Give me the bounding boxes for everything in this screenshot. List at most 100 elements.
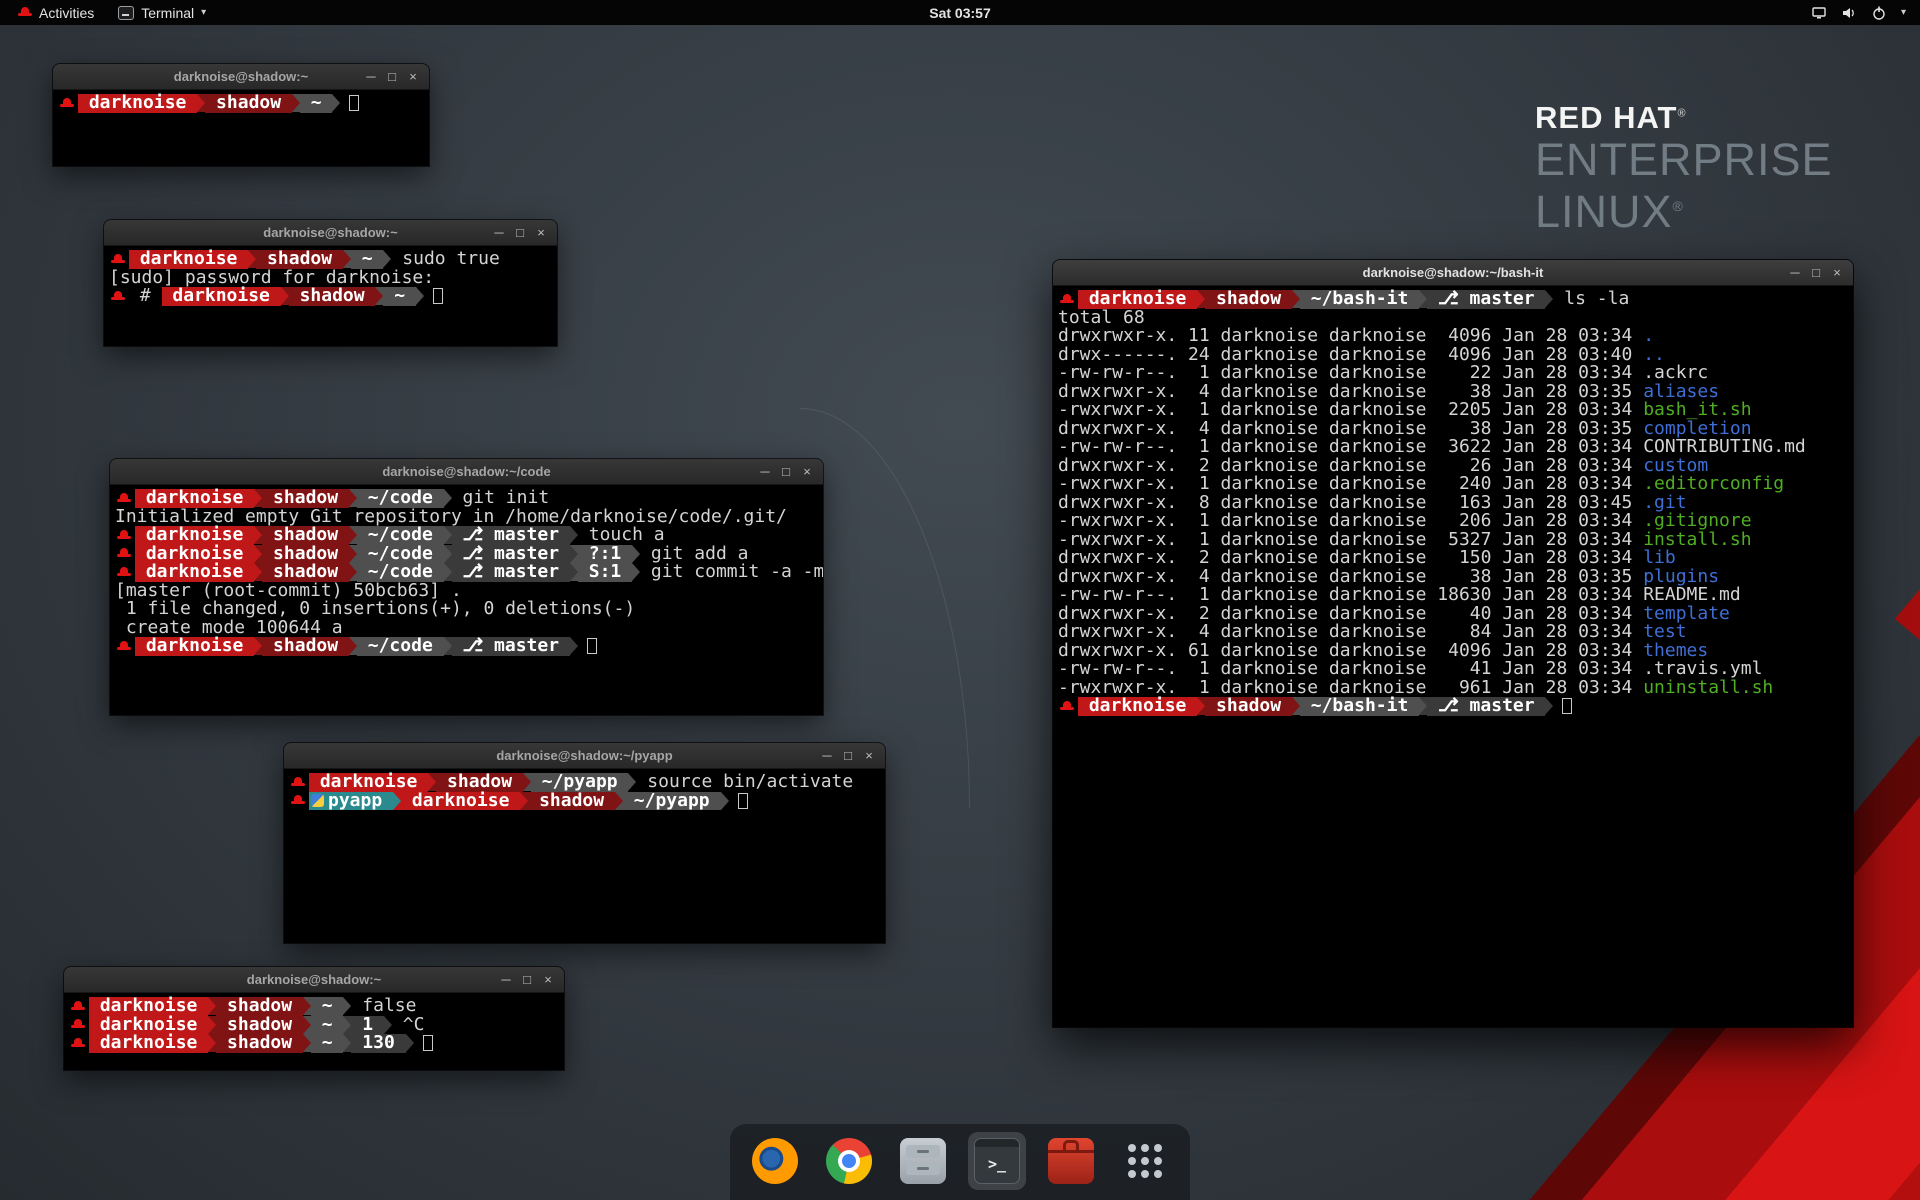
terminal-cursor: [738, 793, 748, 809]
terminal-window-home-2[interactable]: darknoise@shadow:~─□× darknoise shadow ~…: [64, 967, 564, 1070]
powerline-arrow: [343, 997, 351, 1015]
powerline-arrow: [281, 287, 289, 305]
window-close-button[interactable]: ×: [539, 967, 557, 993]
prompt-segment: shadow: [1205, 697, 1292, 716]
terminal-line: darknoise shadow ~/code ⎇ master: [115, 637, 823, 656]
terminal-body[interactable]: darknoise shadow ~/bash-it ⎇ master ls -…: [1053, 286, 1853, 716]
app-menu-terminal[interactable]: Terminal ▾: [108, 0, 216, 25]
dock-item-software[interactable]: [1042, 1132, 1100, 1190]
window-maximize-button[interactable]: □: [511, 220, 529, 246]
redhat-icon: [117, 530, 131, 541]
window-minimize-button[interactable]: ─: [818, 743, 836, 769]
window-close-button[interactable]: ×: [1828, 260, 1846, 286]
powerline-arrow: [254, 526, 262, 544]
redhat-icon: [71, 1038, 85, 1049]
window-title: darknoise@shadow:~/code: [382, 464, 550, 479]
prompt-segment: darknoise: [162, 287, 281, 306]
prompt-segment: shadow: [205, 94, 292, 113]
system-status-area[interactable]: ▾: [1811, 5, 1920, 21]
terminal-body[interactable]: darknoise shadow ~/pyapp source bin/acti…: [284, 769, 885, 810]
titlebar[interactable]: darknoise@shadow:~/bash-it─□×: [1053, 260, 1853, 286]
clock[interactable]: Sat 03:57: [929, 5, 990, 21]
window-maximize-button[interactable]: □: [383, 64, 401, 90]
prompt-segment: ~/code: [357, 489, 444, 508]
redhat-icon: [111, 291, 125, 302]
window-minimize-button[interactable]: ─: [756, 459, 774, 485]
terminal-text: #: [129, 287, 162, 306]
dock-item-terminal[interactable]: >_: [968, 1132, 1026, 1190]
window-maximize-button[interactable]: □: [777, 459, 795, 485]
power-icon: [1871, 5, 1887, 21]
chevron-down-icon: ▾: [1901, 7, 1906, 18]
app-menu-label: Terminal: [141, 5, 194, 21]
powerline-arrow: [292, 94, 300, 112]
powerline-arrow: [1197, 697, 1205, 715]
window-minimize-button[interactable]: ─: [362, 64, 380, 90]
terminal-text: bash_it.sh: [1643, 401, 1751, 420]
powerline-arrow: [1419, 290, 1427, 308]
window-close-button[interactable]: ×: [404, 64, 422, 90]
window-minimize-button[interactable]: ─: [490, 220, 508, 246]
titlebar[interactable]: darknoise@shadow:~─□×: [53, 64, 429, 90]
window-minimize-button[interactable]: ─: [497, 967, 515, 993]
powerline-arrow: [248, 250, 256, 268]
window-maximize-button[interactable]: □: [839, 743, 857, 769]
terminal-body[interactable]: darknoise shadow ~: [53, 90, 429, 113]
prompt-segment: shadow: [436, 773, 523, 792]
terminal-icon: [118, 6, 134, 20]
window-close-button[interactable]: ×: [860, 743, 878, 769]
terminal-text: ls -la: [1553, 290, 1629, 309]
terminal-text: source bin/activate: [636, 773, 853, 792]
terminal-body[interactable]: darknoise shadow ~ false darknoise shado…: [64, 993, 564, 1053]
titlebar[interactable]: darknoise@shadow:~─□×: [104, 220, 557, 246]
activities-button[interactable]: Activities: [8, 0, 104, 25]
terminal-text: -rw-rw-r--. 1 darknoise darknoise 41 Jan…: [1058, 660, 1762, 679]
grid-dot: [1154, 1157, 1162, 1165]
titlebar[interactable]: darknoise@shadow:~/code ─□×: [110, 459, 823, 485]
window-controls: ─□×: [497, 967, 557, 992]
window-maximize-button[interactable]: □: [518, 967, 536, 993]
grid-dot: [1141, 1144, 1149, 1152]
dock-item-files[interactable]: [894, 1132, 952, 1190]
terminal-text: .: [1643, 327, 1654, 346]
terminal-body[interactable]: darknoise shadow ~ sudo true[sudo] passw…: [104, 246, 557, 306]
powerline-arrow: [343, 250, 351, 268]
prompt-segment: darknoise: [89, 1034, 208, 1053]
dock-item-firefox[interactable]: [746, 1132, 804, 1190]
powerline-arrow: [303, 1034, 311, 1052]
prompt-segment: ~/code: [357, 563, 444, 582]
terminal-window-pyapp[interactable]: darknoise@shadow:~/pyapp─□× darknoise sh…: [284, 743, 885, 943]
powerline-arrow: [208, 997, 216, 1015]
window-close-button[interactable]: ×: [532, 220, 550, 246]
prompt-segment: S:1: [578, 563, 632, 582]
terminal-window-code[interactable]: darknoise@shadow:~/code ─□× darknoise sha…: [110, 459, 823, 715]
terminal-text: -rwxrwxr-x. 1 darknoise darknoise 240 Ja…: [1058, 475, 1643, 494]
window-minimize-button[interactable]: ─: [1786, 260, 1804, 286]
terminal-window-sudo[interactable]: darknoise@shadow:~─□× darknoise shadow ~…: [104, 220, 557, 346]
dock-item-chrome[interactable]: [820, 1132, 878, 1190]
terminal-line: 1 file changed, 0 insertions(+), 0 delet…: [115, 600, 823, 619]
powerline-arrow: [349, 545, 357, 563]
grid-dot: [1141, 1170, 1149, 1178]
terminal-window-bash-it[interactable]: darknoise@shadow:~/bash-it─□× darknoise …: [1053, 260, 1853, 1027]
prompt-segment: ~/pyapp: [623, 792, 721, 811]
titlebar[interactable]: darknoise@shadow:~/pyapp─□×: [284, 743, 885, 769]
terminal-window-home-1[interactable]: darknoise@shadow:~─□× darknoise shadow ~: [53, 64, 429, 166]
window-maximize-button[interactable]: □: [1807, 260, 1825, 286]
terminal-text: uninstall.sh: [1643, 679, 1773, 698]
terminal-line: # darknoise shadow ~: [109, 287, 557, 306]
terminal-text: .editorconfig: [1643, 475, 1784, 494]
dock-item-show-apps[interactable]: [1116, 1132, 1174, 1190]
terminal-cursor: [587, 638, 597, 654]
prompt-segment: darknoise: [401, 792, 520, 811]
desktop: RED HAT® ENTERPRISE LINUX® darknoise@sha…: [0, 0, 1920, 1200]
window-close-button[interactable]: ×: [798, 459, 816, 485]
terminal-body[interactable]: darknoise shadow ~/code git initInitiali…: [110, 485, 823, 656]
terminal-line: -rw-rw-r--. 1 darknoise darknoise 18630 …: [1058, 586, 1853, 605]
top-bar-left: Activities Terminal ▾: [0, 0, 216, 25]
powerline-arrow: [384, 1016, 392, 1034]
terminal-text: 1 file changed, 0 insertions(+), 0 delet…: [115, 600, 635, 619]
powerline-arrow: [303, 1016, 311, 1034]
titlebar[interactable]: darknoise@shadow:~─□×: [64, 967, 564, 993]
redhat-icon: [1060, 701, 1074, 712]
